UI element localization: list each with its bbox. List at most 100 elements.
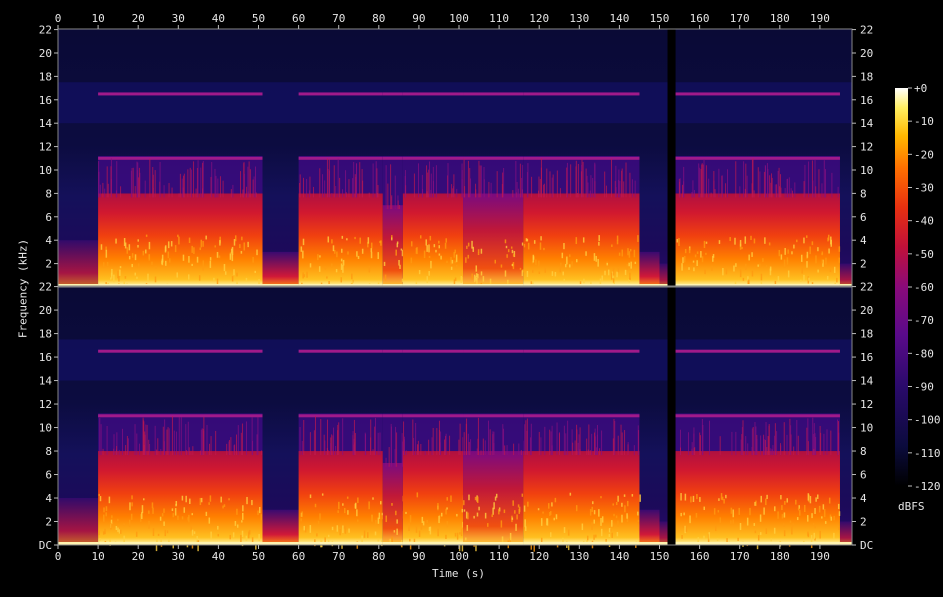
- transient-streak: [385, 165, 387, 210]
- transient-streak: [522, 164, 524, 198]
- energy-speckle: [703, 535, 705, 539]
- energy-speckle: [566, 256, 568, 265]
- energy-speckle: [838, 257, 841, 263]
- energy-speckle: [105, 249, 108, 258]
- energy-speckle: [617, 520, 619, 527]
- energy-speckle: [705, 241, 708, 244]
- energy-speckle: [383, 261, 386, 266]
- transient-streak: [764, 439, 766, 456]
- energy-speckle: [550, 532, 552, 538]
- energy-speckle: [704, 269, 706, 275]
- energy-speckle: [811, 241, 814, 246]
- y-tick-label: 12: [860, 141, 873, 154]
- energy-speckle: [375, 519, 377, 525]
- energy-speckle: [147, 273, 149, 281]
- energy-speckle: [792, 523, 794, 527]
- energy-speckle: [616, 239, 619, 245]
- energy-speckle: [741, 246, 743, 250]
- transient-streak: [354, 433, 356, 456]
- transient-streak: [375, 417, 377, 456]
- x-tick-label: 60: [292, 12, 305, 25]
- energy-speckle: [748, 279, 750, 285]
- energy-speckle: [409, 515, 412, 523]
- transient-streak: [688, 432, 690, 456]
- transient-streak: [470, 439, 472, 456]
- transient-streak: [328, 159, 330, 198]
- energy-speckle: [117, 518, 119, 522]
- energy-speckle: [754, 501, 756, 506]
- energy-speckle: [539, 242, 542, 250]
- transient-streak: [526, 418, 528, 456]
- x-tick-label: 0: [55, 550, 62, 563]
- energy-speckle: [134, 272, 137, 276]
- transient-streak: [705, 165, 707, 198]
- transient-streak: [735, 431, 737, 456]
- transient-streak: [189, 167, 191, 198]
- energy-speckle: [99, 538, 101, 541]
- energy-speckle: [435, 249, 437, 253]
- transient-streak: [574, 440, 576, 456]
- transient-streak: [747, 443, 749, 456]
- energy-speckle: [119, 269, 121, 276]
- energy-speckle: [243, 242, 246, 251]
- energy-speckle: [778, 249, 781, 257]
- transient-streak: [757, 167, 759, 198]
- energy-speckle: [551, 502, 553, 507]
- y-tick-label: 18: [860, 328, 873, 341]
- transient-streak: [549, 171, 551, 198]
- energy-speckle: [257, 510, 259, 516]
- transient-streak: [524, 424, 526, 456]
- energy-speckle: [143, 498, 145, 501]
- energy-speckle: [751, 252, 753, 257]
- energy-speckle: [562, 271, 564, 276]
- energy-speckle: [814, 526, 816, 529]
- channel-2-spectrogram: [58, 286, 852, 552]
- energy-speckle: [191, 513, 194, 516]
- energy-speckle: [354, 503, 357, 509]
- transient-streak: [519, 163, 521, 198]
- x-tick-label: 90: [412, 550, 425, 563]
- transient-streak: [577, 163, 579, 198]
- energy-speckle: [601, 516, 604, 523]
- energy-speckle: [734, 237, 736, 245]
- y-tick-label: 16: [39, 94, 52, 107]
- energy-speckle: [801, 267, 803, 274]
- energy-speckle: [467, 512, 469, 520]
- transient-streak: [585, 168, 587, 198]
- energy-speckle: [766, 494, 768, 500]
- energy-speckle: [598, 509, 600, 517]
- transient-streak: [778, 167, 780, 198]
- energy-speckle: [684, 493, 687, 501]
- energy-speckle: [593, 534, 595, 540]
- energy-speckle: [208, 517, 211, 524]
- energy-segment: [523, 451, 640, 545]
- transient-streak: [332, 427, 334, 456]
- transient-streak: [219, 176, 221, 198]
- transient-streak: [125, 445, 127, 456]
- energy-speckle: [684, 255, 686, 263]
- transient-streak: [331, 434, 333, 456]
- energy-speckle: [137, 244, 139, 248]
- energy-speckle: [716, 538, 719, 542]
- transient-streak: [476, 448, 478, 456]
- transient-streak: [299, 427, 301, 456]
- transient-streak: [516, 181, 518, 198]
- energy-speckle: [705, 252, 707, 255]
- energy-speckle: [549, 511, 551, 516]
- transient-streak: [154, 170, 156, 198]
- energy-speckle: [713, 508, 716, 515]
- transient-streak: [136, 170, 138, 198]
- transient-streak: [565, 433, 567, 456]
- colorbar-tick-label: -40: [914, 215, 934, 228]
- y-tick-label: 10: [39, 422, 52, 435]
- energy-speckle: [209, 260, 212, 268]
- energy-speckle: [111, 515, 113, 519]
- energy-speckle: [331, 263, 333, 268]
- energy-speckle: [181, 495, 184, 501]
- tonal-line: [382, 414, 403, 418]
- energy-speckle: [103, 507, 105, 513]
- energy-speckle: [742, 277, 745, 281]
- transient-streak: [191, 169, 193, 198]
- energy-segment: [402, 193, 464, 287]
- energy-speckle: [346, 238, 348, 241]
